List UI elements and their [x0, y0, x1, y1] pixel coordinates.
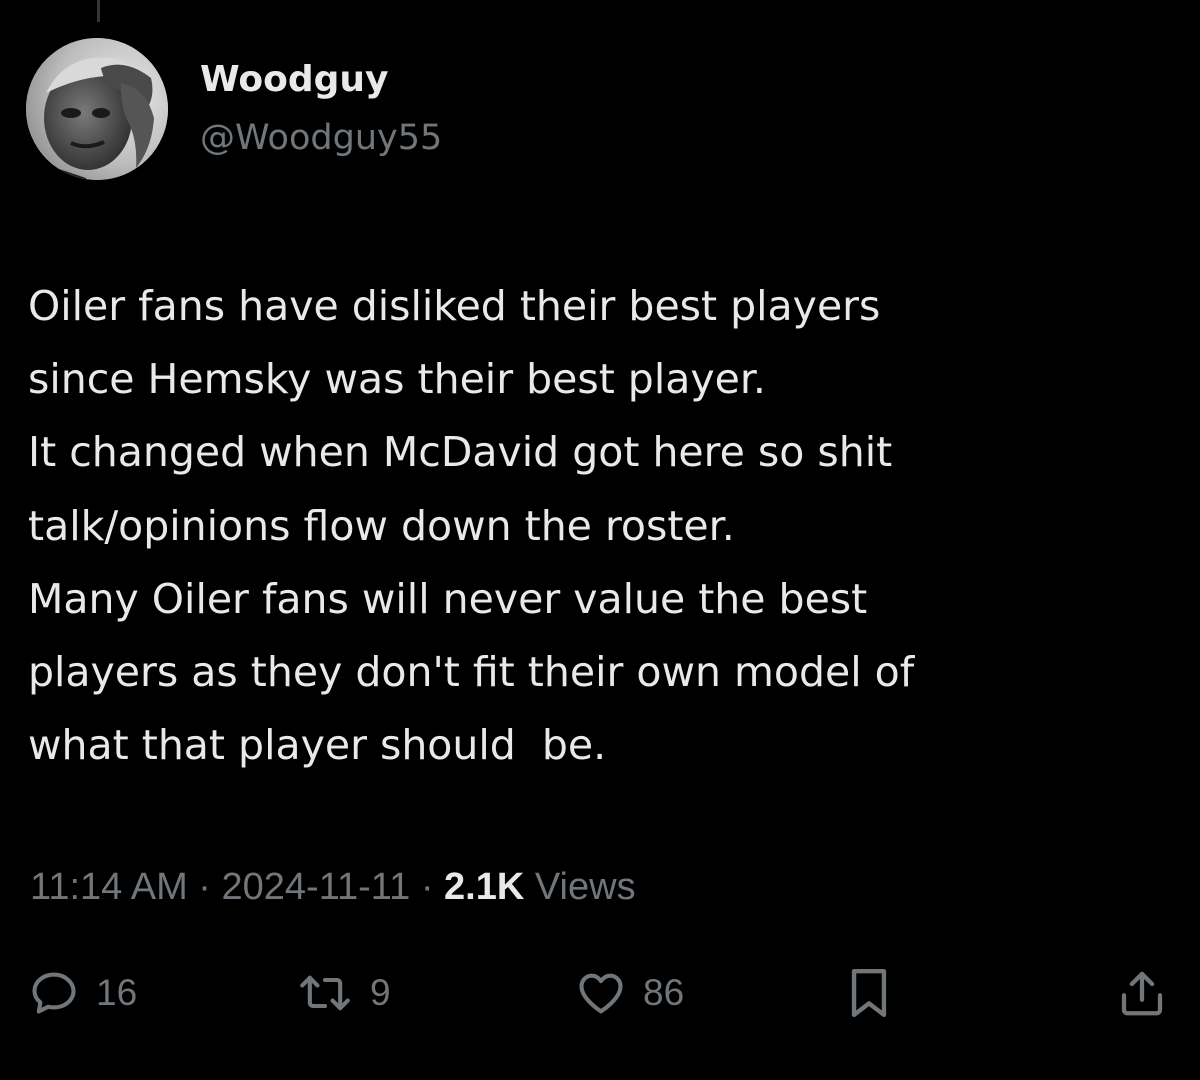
- meta-separator: ·: [187, 866, 222, 908]
- user-handle[interactable]: @Woodguy55: [200, 116, 442, 160]
- tweet-text-line: players as they don't fit their own mode…: [28, 648, 915, 697]
- bookmark-button[interactable]: [846, 958, 892, 1028]
- share-icon: [1115, 966, 1169, 1020]
- tweet-text: Oiler fans have disliked their best play…: [28, 270, 1168, 782]
- display-name[interactable]: Woodguy: [200, 58, 389, 102]
- tweet-text-line: since Hemsky was their best player.: [28, 355, 766, 404]
- like-count: 86: [643, 972, 685, 1013]
- reply-icon: [28, 967, 80, 1019]
- repost-button[interactable]: 9: [296, 958, 391, 1028]
- avatar[interactable]: [26, 38, 168, 180]
- tweet-text-line: Oiler fans have disliked their best play…: [28, 282, 881, 330]
- tweet-text-line: what that player should be.: [28, 721, 607, 770]
- tweet-metadata: 11:14 AM · 2024-11-11 · 2.1K Views: [30, 863, 636, 911]
- avatar-photo: [26, 38, 168, 180]
- views-label: Views: [524, 866, 636, 908]
- repost-count: 9: [370, 972, 391, 1013]
- repost-icon: [296, 967, 354, 1019]
- share-button[interactable]: [1115, 958, 1169, 1028]
- reply-count: 16: [96, 972, 138, 1013]
- tweet-date[interactable]: 2024-11-11: [222, 866, 411, 908]
- tweet-text-line: It changed when McDavid got here so shit: [28, 428, 893, 477]
- like-button[interactable]: 86: [575, 958, 684, 1028]
- meta-separator: ·: [410, 866, 445, 908]
- tweet-text-line: Many Oiler fans will never value the bes…: [28, 574, 868, 623]
- bookmark-icon: [846, 965, 892, 1021]
- reply-button[interactable]: 16: [28, 958, 137, 1028]
- heart-icon: [575, 967, 627, 1019]
- tweet-text-line: talk/opinions flow down the roster.: [28, 501, 735, 550]
- thread-connector-line: [97, 0, 100, 22]
- views-count: 2.1K: [444, 866, 525, 908]
- tweet-time[interactable]: 11:14 AM: [30, 866, 188, 908]
- action-bar: 16 9 86: [0, 958, 1200, 1028]
